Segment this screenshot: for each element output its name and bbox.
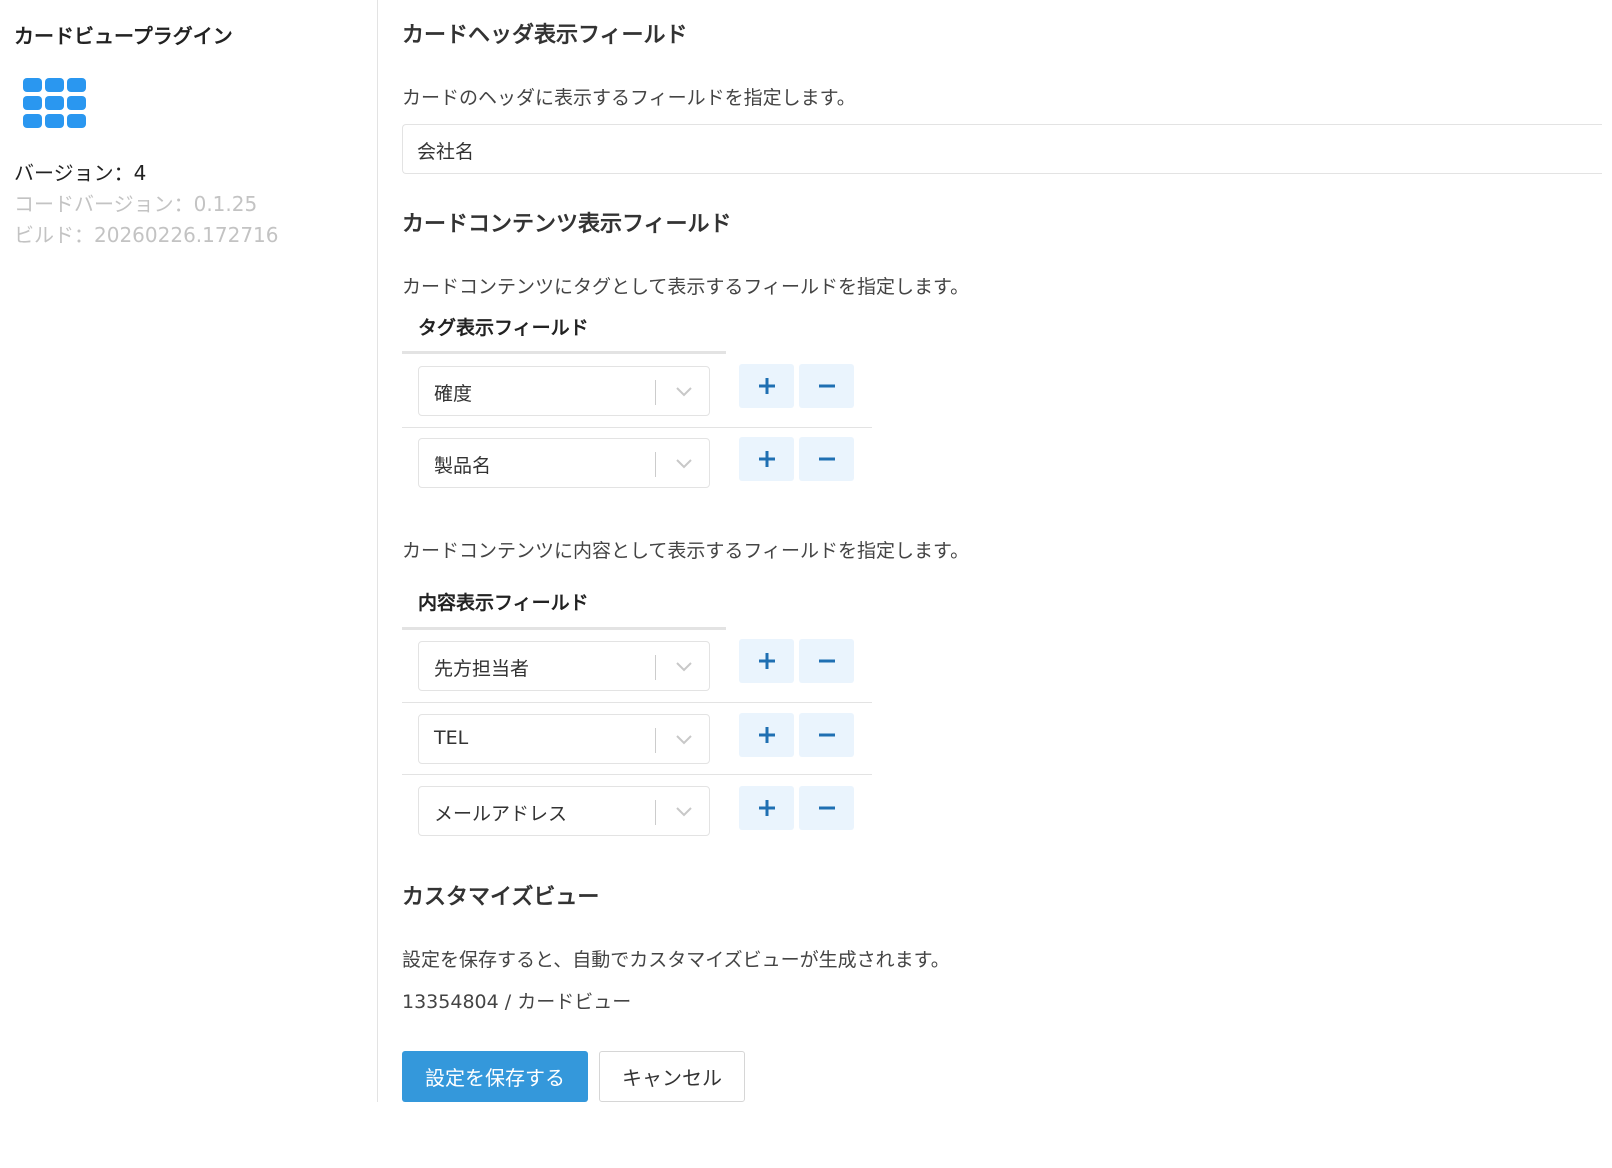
chevron-down-icon bbox=[676, 735, 692, 745]
tag-field-select[interactable]: 製品名 bbox=[418, 438, 710, 488]
add-row-button[interactable] bbox=[739, 786, 794, 830]
remove-row-button[interactable] bbox=[799, 713, 854, 757]
select-value: 確度 bbox=[434, 383, 473, 405]
save-button[interactable]: 設定を保存する bbox=[402, 1051, 588, 1102]
table-row: 製品名 bbox=[402, 427, 872, 501]
chevron-down-icon bbox=[676, 662, 692, 672]
build-number: ビルド：20260226.172716 bbox=[14, 223, 279, 247]
minus-icon bbox=[818, 733, 835, 737]
body-field-select[interactable]: TEL bbox=[418, 714, 710, 764]
chevron-down-icon bbox=[676, 387, 692, 397]
select-divider bbox=[655, 380, 656, 405]
add-row-button[interactable] bbox=[739, 639, 794, 683]
minus-icon bbox=[818, 384, 835, 388]
remove-row-button[interactable] bbox=[799, 786, 854, 830]
add-row-button[interactable] bbox=[739, 713, 794, 757]
custom-view-info: 13354804 / カードビュー bbox=[402, 991, 632, 1013]
header-section-title: カードヘッダ表示フィールド bbox=[402, 23, 688, 48]
minus-icon bbox=[818, 806, 835, 810]
add-row-button[interactable] bbox=[739, 364, 794, 408]
remove-row-button[interactable] bbox=[799, 639, 854, 683]
table-row: メールアドレス bbox=[402, 774, 872, 848]
header-section-description: カードのヘッダに表示するフィールドを指定します。 bbox=[402, 87, 856, 109]
select-divider bbox=[655, 452, 656, 477]
body-table-header: 内容表示フィールド bbox=[418, 592, 589, 614]
chevron-down-icon bbox=[676, 459, 692, 469]
body-field-select[interactable]: 先方担当者 bbox=[418, 641, 710, 691]
select-value: TEL bbox=[434, 727, 469, 749]
select-divider bbox=[655, 655, 656, 680]
select-divider bbox=[655, 728, 656, 753]
chevron-down-icon bbox=[676, 807, 692, 817]
plus-icon bbox=[758, 451, 775, 467]
custom-view-title: カスタマイズビュー bbox=[402, 885, 600, 910]
body-field-select[interactable]: メールアドレス bbox=[418, 786, 710, 836]
table-row: 確度 bbox=[402, 354, 872, 428]
custom-view-description: 設定を保存すると、自動でカスタマイズビューが生成されます。 bbox=[402, 949, 950, 971]
plus-icon bbox=[758, 378, 775, 394]
grid-icon bbox=[23, 78, 87, 130]
remove-row-button[interactable] bbox=[799, 364, 854, 408]
plugin-version: バージョン：4 bbox=[14, 161, 147, 185]
header-field-input[interactable]: 会社名 bbox=[402, 124, 1602, 174]
minus-icon bbox=[818, 457, 835, 461]
select-value: 製品名 bbox=[434, 455, 492, 477]
content-section-title: カードコンテンツ表示フィールド bbox=[402, 212, 732, 237]
body-fields-description: カードコンテンツに内容として表示するフィールドを指定します。 bbox=[402, 540, 970, 562]
select-value: メールアドレス bbox=[434, 803, 568, 825]
plus-icon bbox=[758, 800, 775, 816]
table-row: TEL bbox=[402, 702, 872, 776]
plugin-sidebar: カードビュープラグイン バージョン：4 コードバージョン：0.1.25 ビルド：… bbox=[0, 0, 378, 1102]
select-value: 先方担当者 bbox=[434, 658, 530, 680]
minus-icon bbox=[818, 659, 835, 663]
tag-fields-description: カードコンテンツにタグとして表示するフィールドを指定します。 bbox=[402, 276, 970, 298]
cancel-button[interactable]: キャンセル bbox=[599, 1051, 745, 1102]
select-divider bbox=[655, 800, 656, 825]
code-version: コードバージョン：0.1.25 bbox=[14, 192, 258, 216]
remove-row-button[interactable] bbox=[799, 437, 854, 481]
table-row: 先方担当者 bbox=[402, 630, 872, 704]
plus-icon bbox=[758, 727, 775, 743]
tag-field-select[interactable]: 確度 bbox=[418, 366, 710, 416]
add-row-button[interactable] bbox=[739, 437, 794, 481]
plus-icon bbox=[758, 653, 775, 669]
plugin-name: カードビュープラグイン bbox=[14, 24, 233, 48]
tag-table-header: タグ表示フィールド bbox=[418, 317, 589, 339]
